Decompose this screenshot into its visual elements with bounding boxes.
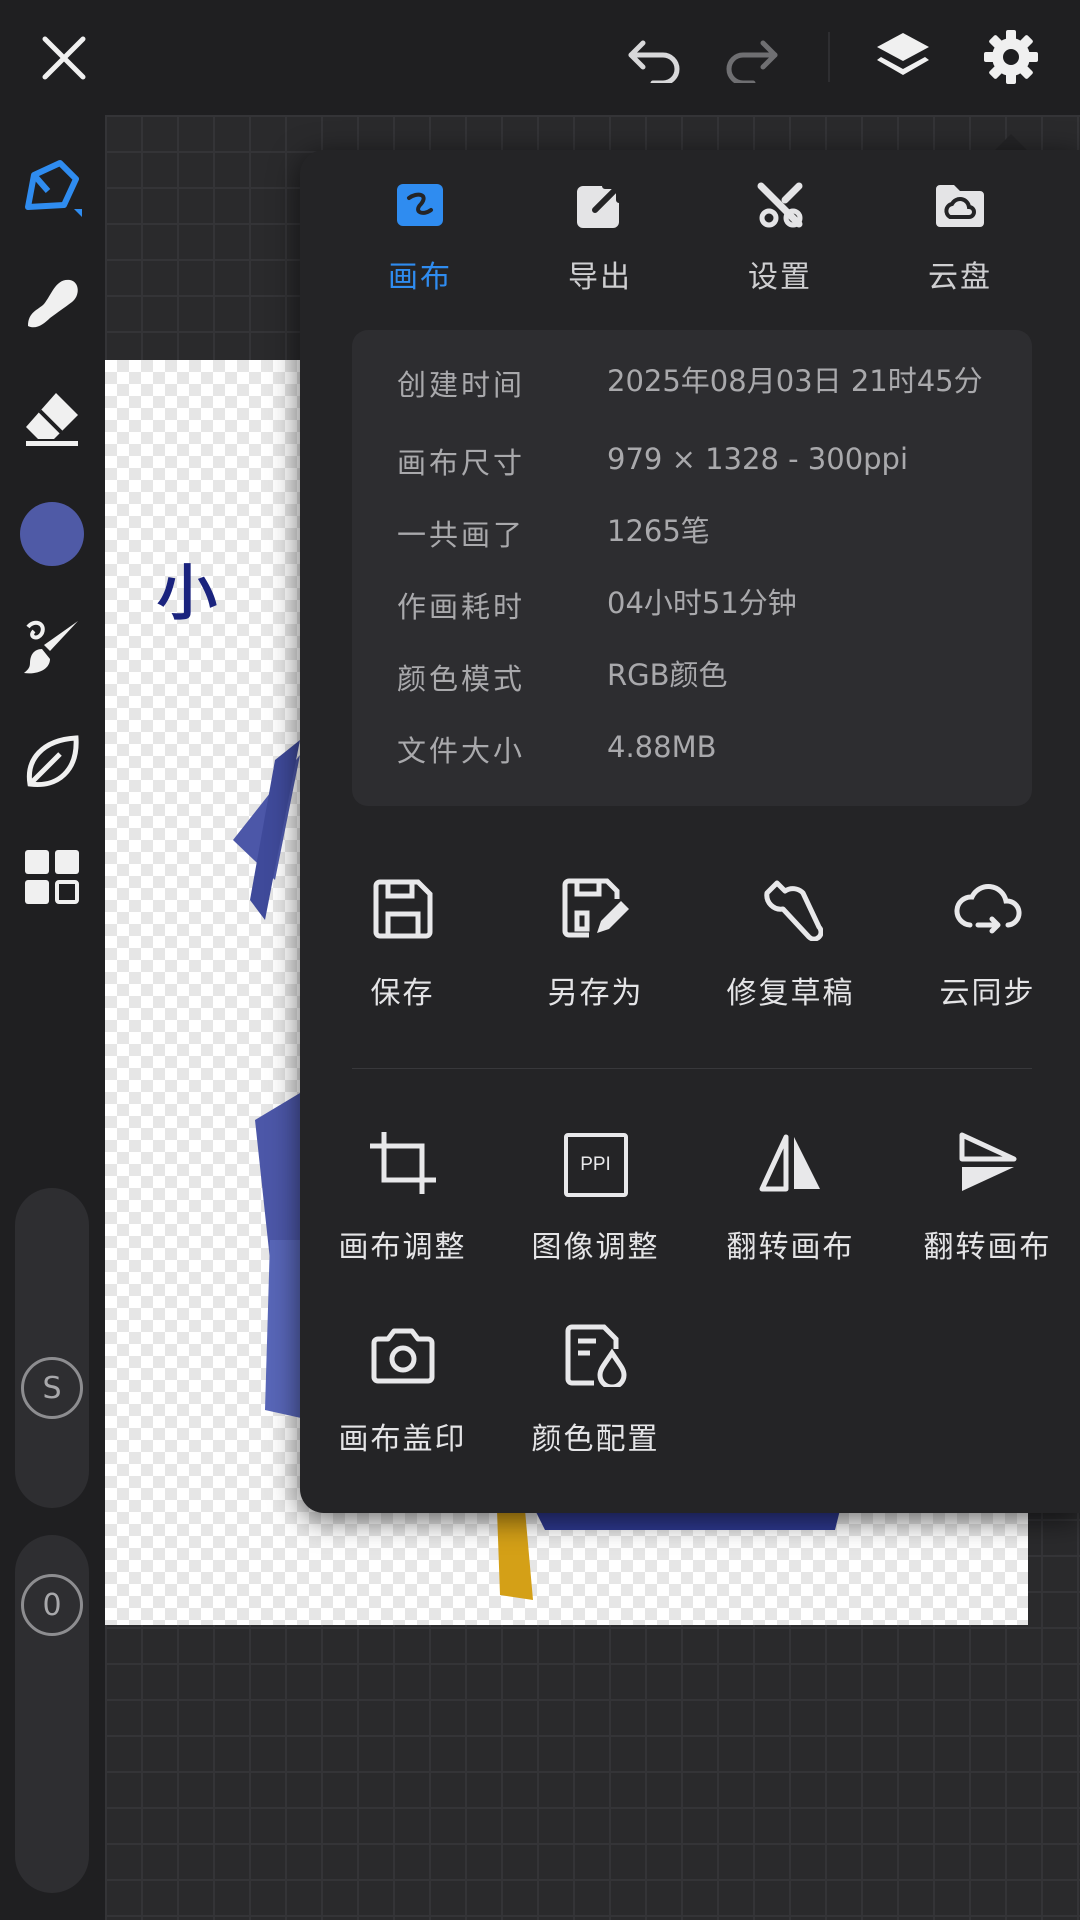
repair-draft-label: 修复草稿 [726, 976, 855, 1011]
camera-icon [370, 1325, 436, 1389]
gear-icon[interactable] [976, 24, 1046, 90]
info-value: 04小时51分钟 [607, 586, 797, 620]
canvas-adjust-label: 画布调整 [338, 1230, 467, 1265]
brush-size-slider[interactable]: S [15, 1188, 89, 1508]
save-icon [372, 878, 434, 944]
color-profile-button[interactable]: 颜色配置 [498, 1322, 693, 1458]
close-icon[interactable] [34, 28, 94, 88]
save-as-button[interactable]: 另存为 [498, 876, 693, 1012]
color-picker[interactable] [18, 500, 86, 568]
flip-horizontal-icon [758, 1133, 824, 1197]
eraser-tool[interactable] [18, 385, 86, 453]
grid-tool[interactable] [18, 845, 86, 913]
flip-horizontal-label: 翻转画布 [726, 1230, 855, 1265]
tab-settings[interactable]: 设置 [700, 178, 860, 296]
actions-divider [352, 1068, 1032, 1069]
flip-vertical-label: 翻转画布 [923, 1230, 1052, 1265]
grid-icon [23, 848, 81, 910]
pen-icon [20, 155, 84, 223]
canvas-menu-panel: 画布 导出 设置 云盘 创建时间 2025年08月03日 21时45分 画布尺寸… [300, 150, 1080, 1513]
topbar-divider [828, 32, 830, 82]
opacity-knob-label: 0 [42, 1587, 62, 1623]
canvas-stamp-label: 画布盖印 [338, 1422, 467, 1457]
eraser-icon [20, 387, 84, 451]
info-value: RGB颜色 [607, 658, 728, 692]
wrench-icon [759, 877, 824, 945]
flip-vertical-icon [958, 1131, 1018, 1199]
save-as-label: 另存为 [547, 976, 644, 1011]
image-adjust-button[interactable]: PPI 图像调整 [498, 1130, 693, 1266]
cloud-folder-icon [934, 181, 986, 233]
info-value: 4.88MB [607, 730, 717, 764]
export-icon [575, 180, 625, 234]
cloud-sync-icon [952, 881, 1024, 941]
redo-icon[interactable] [718, 28, 784, 88]
info-value: 979 × 1328 - 300ppi [607, 442, 909, 476]
panel-tabs: 画布 导出 设置 云盘 [300, 178, 1080, 308]
smudge-icon [22, 272, 82, 336]
canvas-info-box: 创建时间 2025年08月03日 21时45分 画布尺寸 979 × 1328 … [352, 330, 1032, 806]
opacity-slider[interactable]: 0 [15, 1535, 89, 1893]
crop-icon [368, 1130, 438, 1200]
opacity-knob[interactable]: 0 [21, 1574, 83, 1636]
smudge-tool[interactable] [18, 270, 86, 338]
info-key: 作画耗时 [397, 590, 526, 624]
size-knob-label: S [42, 1370, 62, 1406]
tab-canvas[interactable]: 画布 [340, 178, 500, 296]
layers-icon[interactable] [868, 24, 938, 90]
info-key: 创建时间 [397, 368, 526, 402]
flip-horizontal-button[interactable]: 翻转画布 [693, 1130, 888, 1266]
tools-icon [755, 180, 805, 234]
save-button[interactable]: 保存 [305, 876, 500, 1012]
flip-vertical-button[interactable]: 翻转画布 [890, 1130, 1080, 1266]
color-profile-icon [564, 1323, 628, 1391]
leaf-icon [20, 730, 84, 798]
pen-tool[interactable] [18, 155, 86, 223]
ppi-icon: PPI [563, 1133, 628, 1197]
info-key: 画布尺寸 [397, 446, 526, 480]
info-key: 颜色模式 [397, 662, 526, 696]
brush-tool[interactable] [18, 615, 86, 683]
tab-export[interactable]: 导出 [520, 178, 680, 296]
tab-label: 导出 [568, 260, 632, 295]
image-adjust-label: 图像调整 [531, 1230, 660, 1265]
color-swatch-icon [20, 502, 84, 566]
info-key: 文件大小 [397, 734, 526, 768]
save-as-icon [561, 877, 631, 945]
top-bar [0, 0, 1080, 115]
brush-icon [20, 615, 84, 683]
undo-icon[interactable] [622, 28, 688, 88]
info-key: 一共画了 [397, 518, 526, 552]
color-profile-label: 颜色配置 [531, 1422, 660, 1457]
left-toolbar: S 0 [0, 115, 105, 1920]
cloud-sync-label: 云同步 [939, 976, 1036, 1011]
leaf-tool[interactable] [18, 730, 86, 798]
canvas-adjust-button[interactable]: 画布调整 [305, 1130, 500, 1266]
save-label: 保存 [370, 976, 435, 1011]
tab-label: 画布 [388, 260, 452, 295]
repair-draft-button[interactable]: 修复草稿 [693, 876, 888, 1012]
canvas-stamp-button[interactable]: 画布盖印 [305, 1322, 500, 1458]
info-value: 1265笔 [607, 514, 710, 548]
brush-size-knob[interactable]: S [21, 1357, 83, 1419]
info-value: 2025年08月03日 21时45分 [607, 364, 983, 398]
ppi-icon-text: PPI [580, 1154, 611, 1175]
tab-label: 云盘 [928, 260, 992, 295]
cloud-sync-button[interactable]: 云同步 [890, 876, 1080, 1012]
tab-label: 设置 [748, 260, 812, 295]
tab-cloud[interactable]: 云盘 [880, 178, 1040, 296]
canvas-icon [395, 182, 445, 232]
